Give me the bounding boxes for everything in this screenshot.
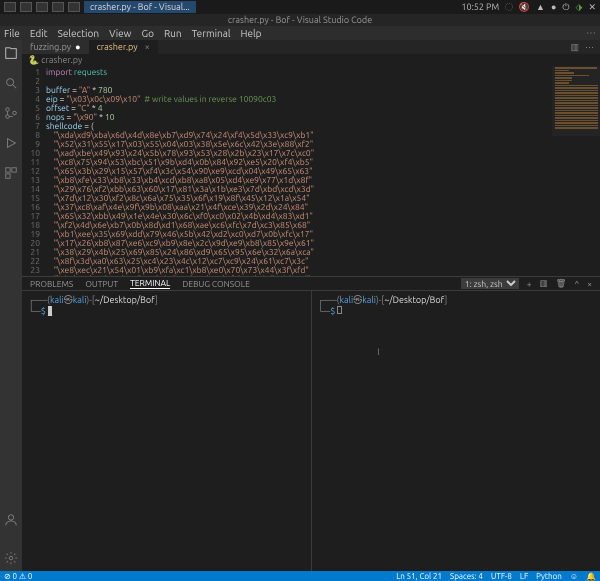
menu-edit[interactable]: Edit (30, 28, 48, 39)
kill-terminal-icon[interactable]: 🗑 (556, 278, 567, 289)
os-taskbar: crasher.py - Bof - Visual... 10:52 PM ◌ … (0, 0, 600, 14)
panel-tab-output[interactable]: OUTPUT (85, 279, 118, 289)
breadcrumb-label: crasher.py (41, 55, 82, 65)
menu-selection[interactable]: Selection (58, 28, 99, 39)
tray-icon[interactable]: ✕ (588, 2, 596, 13)
panel-tab-terminal[interactable]: TERMINAL (130, 278, 170, 289)
menu-view[interactable]: View (109, 28, 131, 39)
terminal-prompt: ┌──(kali㉿kali)-[~/Desktop/Bof] (28, 295, 305, 306)
taskbar-icon[interactable] (52, 2, 64, 12)
text-cursor-icon: I (378, 347, 595, 358)
terminal-selector[interactable]: 1: zsh, zsh (461, 278, 519, 289)
menu-help[interactable]: Help (241, 28, 262, 39)
minimap[interactable] (552, 66, 600, 136)
activity-explorer-icon[interactable] (4, 46, 18, 60)
terminal-2[interactable]: ┌──(kali㉿kali)-[~/Desktop/Bof] └─$ I (312, 291, 600, 571)
activity-scm-icon[interactable] (4, 106, 18, 120)
status-errors[interactable]: ⊘ 0 ⚠ 0 (4, 572, 32, 581)
status-bell-icon[interactable]: 🔔 (586, 572, 596, 581)
taskbar-icon[interactable] (20, 2, 32, 12)
menu-overflow-icon[interactable]: ⋯ (586, 27, 596, 39)
terminal-container: ┌──(kali㉿kali)-[~/Desktop/Bof] └─$ _ ┌──… (22, 291, 600, 571)
activity-debug-icon[interactable] (4, 136, 18, 150)
close-icon[interactable]: × (145, 40, 150, 54)
terminal-1[interactable]: ┌──(kali㉿kali)-[~/Desktop/Bof] └─$ _ (22, 291, 312, 571)
activity-settings-icon[interactable] (4, 551, 18, 565)
tray-icon[interactable]: ⬗ (576, 2, 583, 13)
breadcrumb[interactable]: 🐍 crasher.py (22, 54, 600, 66)
modified-dot-icon: ● (75, 40, 80, 54)
tray-icon[interactable]: 🔇 (519, 2, 530, 13)
tab-label: crasher.py (97, 40, 138, 54)
tab-actions: ▥ ⋯ (570, 42, 600, 53)
panel-tab-problems[interactable]: PROBLEMS (30, 279, 73, 289)
taskbar-app-vscode[interactable]: crasher.py - Bof - Visual... (84, 1, 196, 13)
editor-tabs: fuzzing.py ● crasher.py × ▥ ⋯ (22, 40, 600, 54)
tab-crasher[interactable]: crasher.py × (89, 40, 158, 54)
status-bar: ⊘ 0 ⚠ 0 Ln 51, Col 21 Spaces: 4 UTF-8 LF… (0, 571, 600, 581)
taskbar-right: 10:52 PM ◌ 🔇 ▲ ● ⏻ ⬗ ✕ (461, 2, 596, 13)
status-feedback-icon[interactable]: ☺ (570, 572, 578, 581)
taskbar-clock: 10:52 PM (461, 2, 499, 12)
activity-account-icon[interactable] (4, 513, 18, 527)
status-eol[interactable]: LF (520, 572, 528, 581)
code-editor[interactable]: 1234567891011121314151617181920212223242… (22, 66, 600, 276)
line-numbers: 1234567891011121314151617181920212223242… (22, 66, 46, 276)
maximize-panel-icon[interactable]: ^ (574, 279, 579, 289)
new-terminal-icon[interactable]: + (527, 279, 532, 289)
status-spaces[interactable]: Spaces: 4 (450, 572, 483, 581)
status-ln-col[interactable]: Ln 51, Col 21 (396, 572, 442, 581)
taskbar-left: crasher.py - Bof - Visual... (4, 1, 196, 13)
close-panel-icon[interactable]: × (587, 279, 592, 289)
tray-icon[interactable]: ◌ (505, 2, 513, 12)
panel-tabs: PROBLEMS OUTPUT TERMINAL DEBUG CONSOLE 1… (22, 277, 600, 291)
bottom-panel: PROBLEMS OUTPUT TERMINAL DEBUG CONSOLE 1… (22, 276, 600, 571)
menu-run[interactable]: Run (164, 28, 182, 39)
status-encoding[interactable]: UTF-8 (491, 572, 512, 581)
activity-bar (0, 40, 22, 571)
split-editor-icon[interactable]: ▥ (570, 42, 579, 53)
taskbar-icon[interactable] (68, 2, 80, 12)
activity-extensions-icon[interactable] (4, 166, 18, 180)
taskbar-icon[interactable] (36, 2, 48, 12)
status-language[interactable]: Python (536, 572, 562, 581)
split-terminal-icon[interactable]: ▥ (540, 278, 548, 289)
menu-terminal[interactable]: Terminal (192, 28, 231, 39)
terminal-prompt-line: └─$ (318, 306, 595, 317)
window-title: crasher.py - Bof - Visual Studio Code (0, 14, 600, 26)
tab-label: fuzzing.py (30, 40, 71, 54)
taskbar-icon[interactable] (4, 2, 16, 12)
panel-tab-debug[interactable]: DEBUG CONSOLE (182, 279, 249, 289)
terminal-prompt-line: └─$ _ (28, 306, 305, 317)
tray-icon[interactable]: ● (551, 2, 556, 12)
code-content[interactable]: import requests buffer = "A" * 780eip = … (46, 66, 600, 276)
tab-fuzzing[interactable]: fuzzing.py ● (22, 40, 89, 54)
more-icon[interactable]: ⋯ (585, 42, 594, 53)
terminal-prompt: ┌──(kali㉿kali)-[~/Desktop/Bof] (318, 295, 595, 306)
menu-go[interactable]: Go (141, 28, 153, 39)
tray-icon[interactable]: ⏻ (562, 2, 569, 13)
menu-bar: File Edit Selection View Go Run Terminal… (0, 26, 600, 40)
tray-icon[interactable]: ▲ (536, 2, 545, 12)
activity-search-icon[interactable] (4, 76, 18, 90)
menu-file[interactable]: File (4, 28, 20, 39)
